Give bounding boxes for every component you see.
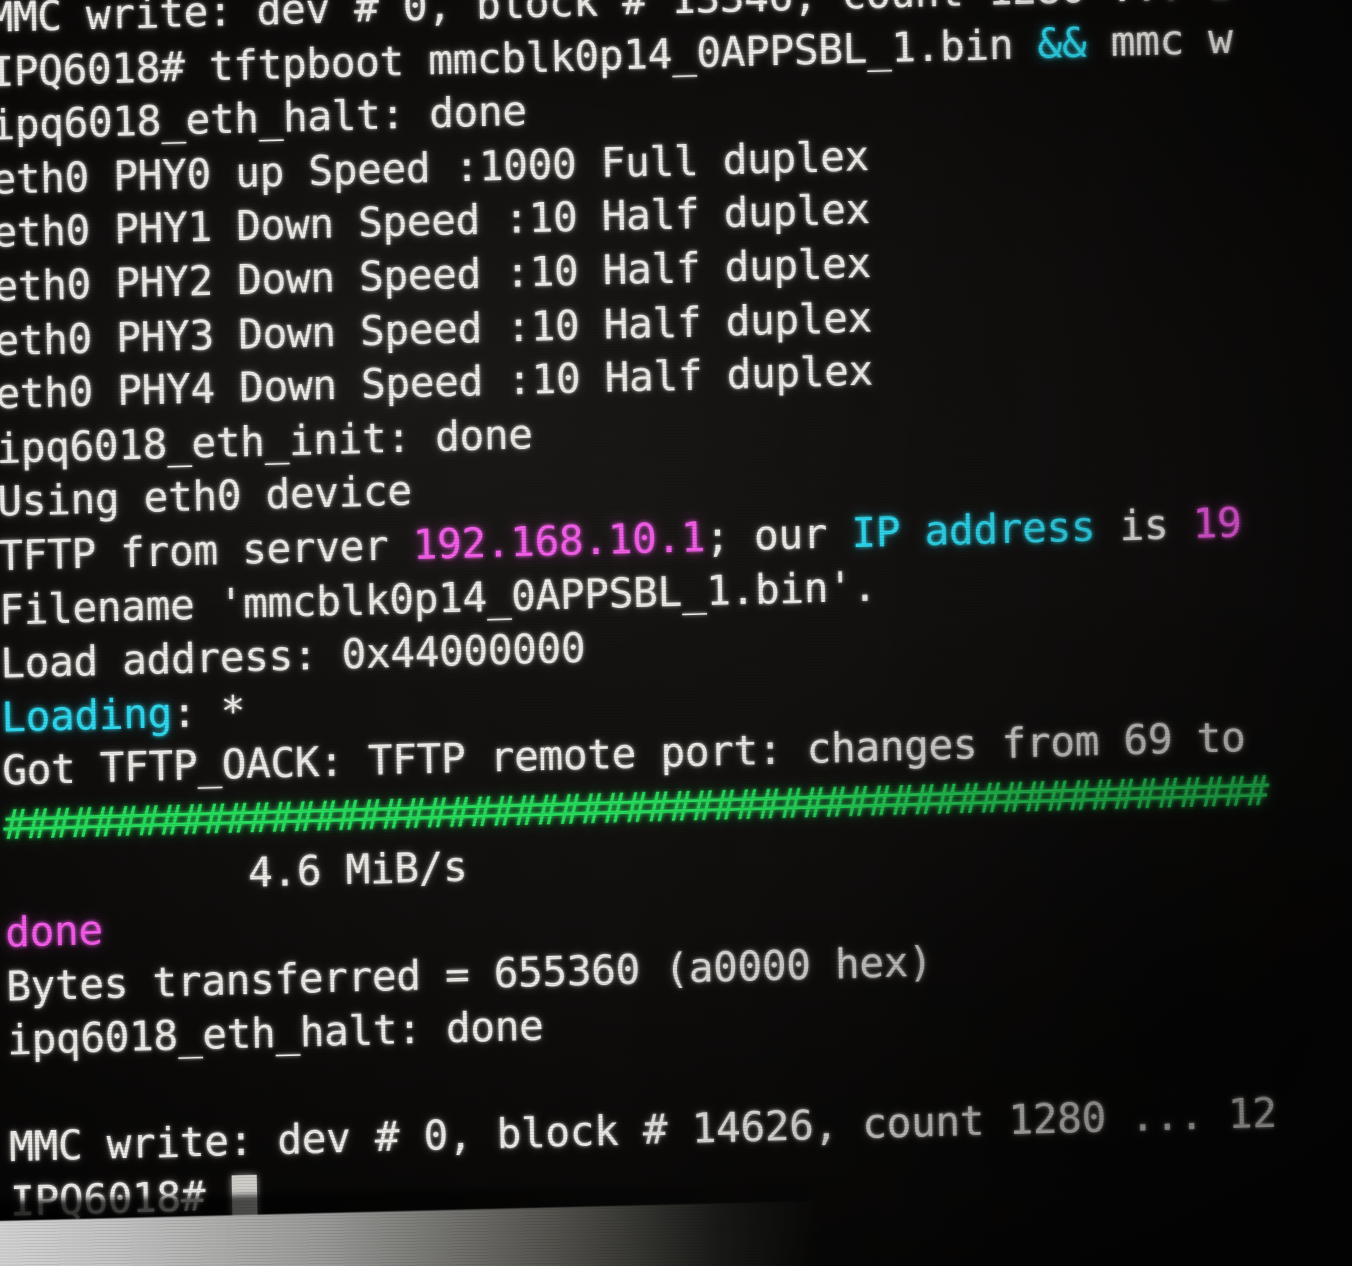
command-text-part2: mmc w bbox=[1085, 14, 1233, 67]
ip-address-label: IP address bbox=[850, 502, 1096, 557]
command-operator-and: && bbox=[1037, 17, 1087, 68]
ip-address-connector: is bbox=[1094, 499, 1194, 551]
terminal-console-output[interactable]: MMC write: dev # 0, block # 13346, count… bbox=[0, 0, 1352, 1229]
shell-prompt: IPQ6018# bbox=[0, 41, 210, 96]
tftp-server-ip: 192.168.10.1 bbox=[412, 512, 706, 569]
loading-indicator: : * bbox=[171, 686, 246, 737]
tftp-server-separator: ; our bbox=[704, 508, 852, 561]
monitor-screen-photo: MMC write: dev # 0, block # 13346, count… bbox=[0, 0, 1352, 1266]
our-ip-address: 19 bbox=[1192, 498, 1242, 548]
tftp-from-server-prefix: TFTP from server bbox=[0, 520, 414, 581]
loading-label: Loading bbox=[0, 688, 173, 742]
